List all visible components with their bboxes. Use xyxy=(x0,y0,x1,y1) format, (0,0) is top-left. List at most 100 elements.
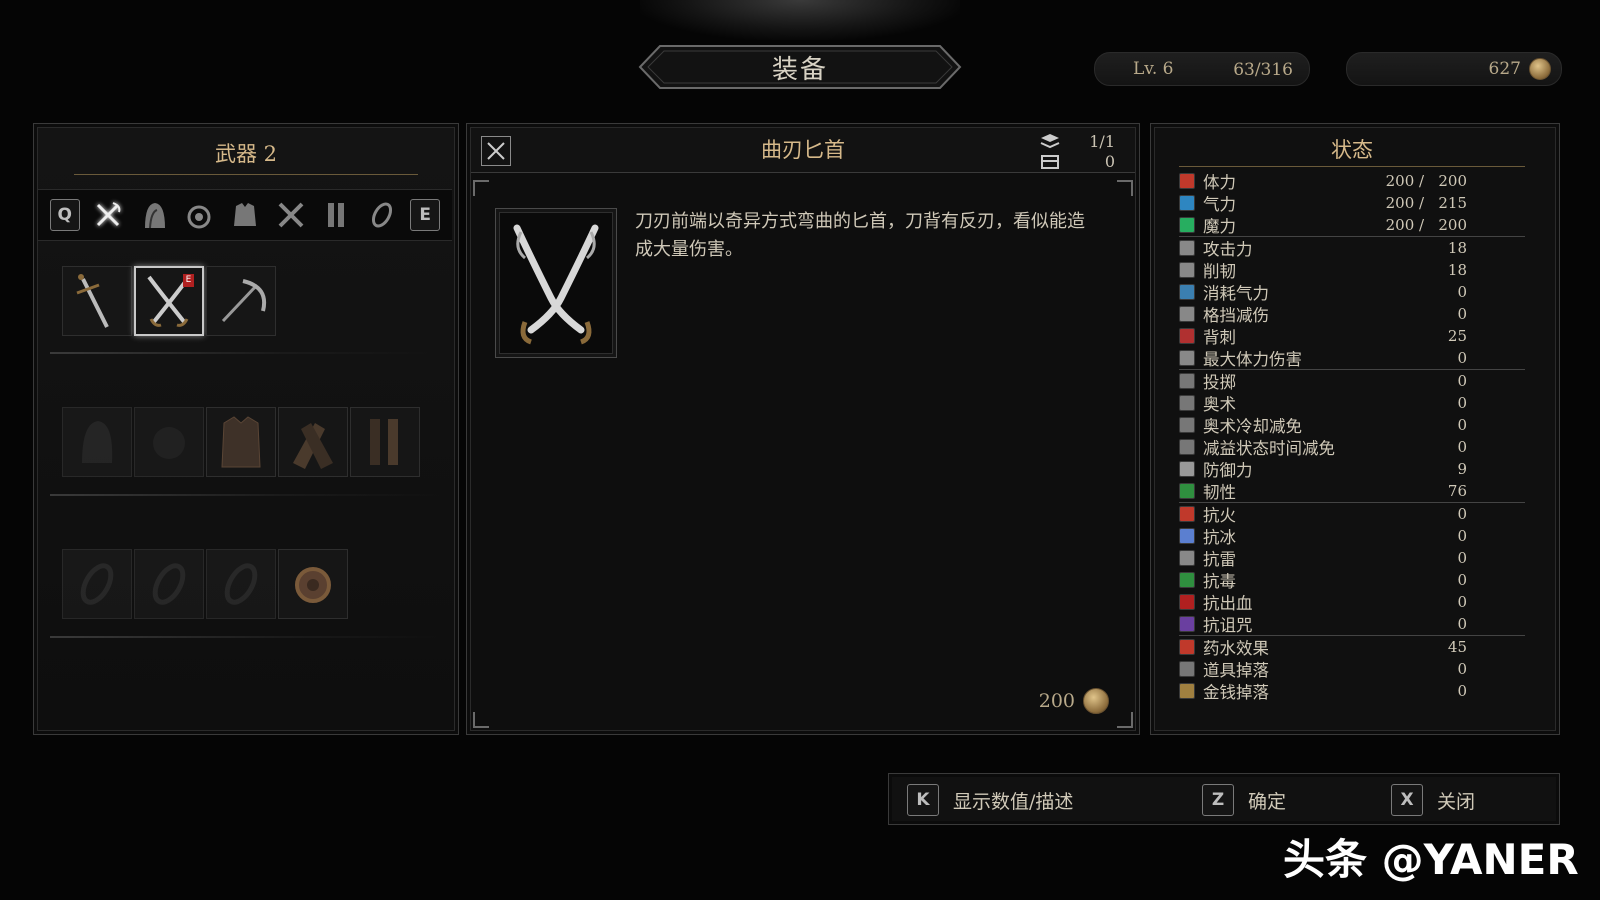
z-key-icon: Z xyxy=(1202,784,1234,816)
slot-divider xyxy=(50,352,440,354)
stat-icon xyxy=(1179,661,1195,677)
stat-icon xyxy=(1179,572,1195,588)
stat-value: 45 xyxy=(1447,638,1467,656)
stat-row: 消耗气力 0 xyxy=(1179,281,1525,303)
next-tab-key[interactable]: E xyxy=(410,199,441,231)
action-bar: K 显示数值/描述 Z 确定 X 关闭 xyxy=(888,773,1560,825)
tools-tab-icon[interactable] xyxy=(274,198,308,232)
close-label: 关闭 xyxy=(1437,790,1476,813)
stat-row: 气力 200 / 215 xyxy=(1179,192,1525,214)
stat-row: 抗诅咒 0 xyxy=(1179,613,1525,636)
hood-tab-icon[interactable] xyxy=(137,198,171,232)
armor-slot-cloak-empty[interactable] xyxy=(134,407,204,477)
close-button[interactable]: X 关闭 xyxy=(1391,784,1475,816)
ring-icon xyxy=(80,563,114,605)
stat-label: 抗雷 xyxy=(1203,550,1236,569)
stat-row: 格挡减伤 0 xyxy=(1179,303,1525,325)
stat-row: 韧性 76 xyxy=(1179,480,1525,503)
stat-icon xyxy=(1179,395,1195,411)
armor-slot-head-empty[interactable] xyxy=(62,407,132,477)
stack-count: 1/1 xyxy=(1089,132,1115,151)
title-plate: 装备 xyxy=(628,42,972,92)
level-label: Lv. 6 xyxy=(1133,59,1174,79)
equipment-slot-title: 武器 2 xyxy=(74,134,418,175)
weapon-slot-curved-daggers[interactable]: E xyxy=(134,266,204,336)
ring-slot-2-empty[interactable] xyxy=(134,549,204,619)
ring-slot-row xyxy=(62,549,350,619)
item-name: 曲刃匕首 xyxy=(761,138,845,162)
ring-tab-icon[interactable] xyxy=(365,198,399,232)
item-detail-panel: 曲刃匕首 1/1 0 刀刃前端以奇异方式弯曲的匕首，刀背有反刃，看似能造成大量伤… xyxy=(466,123,1140,735)
stat-row: 背刺 25 xyxy=(1179,325,1525,347)
weapon-slot-scythe[interactable] xyxy=(206,266,276,336)
stat-value: 9 xyxy=(1457,460,1467,478)
stat-value: 0 xyxy=(1457,593,1467,611)
ring-slot-3-empty[interactable] xyxy=(206,549,276,619)
stat-label: 奥术冷却减免 xyxy=(1203,417,1302,436)
stat-value: 0 xyxy=(1457,505,1467,523)
curved-daggers-icon xyxy=(513,224,599,345)
stat-row: 投掷 0 xyxy=(1179,370,1525,392)
equipped-badge: E xyxy=(183,274,194,287)
stat-row: 防御力 9 xyxy=(1179,458,1525,480)
stat-value: 0 xyxy=(1457,660,1467,678)
ring-icon xyxy=(152,563,186,605)
item-portrait xyxy=(495,208,617,358)
stat-row: 最大体力伤害 0 xyxy=(1179,347,1525,370)
stat-value: 25 xyxy=(1447,327,1467,345)
stat-row: 魔力 200 / 200 xyxy=(1179,214,1525,237)
armor-slot-boots[interactable] xyxy=(350,407,420,477)
stat-row: 抗出血 0 xyxy=(1179,591,1525,613)
storage-count: 0 xyxy=(1104,152,1115,171)
armor-slot-row xyxy=(62,407,422,477)
stat-value: 0 xyxy=(1457,571,1467,589)
stat-label: 削韧 xyxy=(1203,262,1236,281)
gold-indicator: 627 xyxy=(1346,52,1562,86)
stat-label: 防御力 xyxy=(1203,461,1253,480)
stat-value: 0 xyxy=(1457,615,1467,633)
stat-icon xyxy=(1179,284,1195,300)
stat-icon xyxy=(1179,417,1195,433)
toggle-details-label: 显示数值/描述 xyxy=(953,790,1074,813)
slot-divider xyxy=(50,636,440,638)
watermark: 头条 @YANER xyxy=(1283,835,1579,884)
stat-row: 金钱掉落 0 xyxy=(1179,680,1525,702)
boots-tab-icon[interactable] xyxy=(319,198,353,232)
amulet-icon xyxy=(295,567,331,603)
status-title: 状态 xyxy=(1179,134,1525,167)
stat-icon xyxy=(1179,528,1195,544)
stat-value: 0 xyxy=(1457,438,1467,456)
xp-counter: 63/316 xyxy=(1233,60,1293,80)
weapon-slot-sword[interactable] xyxy=(62,266,132,336)
ring-slot-1-empty[interactable] xyxy=(62,549,132,619)
armor-slot-chest[interactable] xyxy=(206,407,276,477)
stat-row: 奥术冷却减免 0 xyxy=(1179,414,1525,436)
pouch-tab-icon[interactable] xyxy=(182,198,216,232)
frame-corner xyxy=(1117,180,1133,196)
stat-icon xyxy=(1179,195,1195,211)
armor-tab-icon[interactable] xyxy=(228,198,262,232)
toggle-details-button[interactable]: K 显示数值/描述 xyxy=(907,784,1073,816)
stat-row: 药水效果 45 xyxy=(1179,636,1525,658)
gloves-icon xyxy=(293,423,333,469)
stat-row: 抗雷 0 xyxy=(1179,547,1525,569)
stat-row: 抗毒 0 xyxy=(1179,569,1525,591)
amulet-slot[interactable] xyxy=(278,549,348,619)
stat-row: 攻击力 18 xyxy=(1179,237,1525,259)
stat-icon xyxy=(1179,262,1195,278)
stat-label: 道具掉落 xyxy=(1203,661,1269,680)
stat-label: 韧性 xyxy=(1203,483,1236,502)
stat-label: 药水效果 xyxy=(1203,639,1269,658)
stat-row: 削韧 18 xyxy=(1179,259,1525,281)
stat-icon xyxy=(1179,639,1195,655)
prev-tab-key[interactable]: Q xyxy=(49,199,80,231)
confirm-button[interactable]: Z 确定 xyxy=(1202,784,1286,816)
coin-icon xyxy=(1083,688,1109,714)
stat-value: 76 xyxy=(1447,482,1467,500)
stat-icon xyxy=(1179,483,1195,499)
armor-slot-gloves[interactable] xyxy=(278,407,348,477)
stat-icon xyxy=(1179,506,1195,522)
weapon-tab-axe-icon[interactable] xyxy=(91,198,125,232)
stat-label: 抗冰 xyxy=(1203,528,1236,547)
stat-icon xyxy=(1179,350,1195,366)
